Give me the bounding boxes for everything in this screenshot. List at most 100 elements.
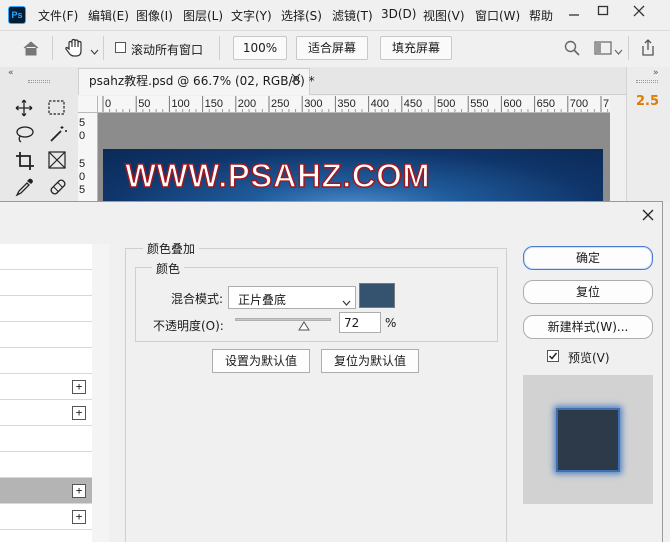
- menu-file[interactable]: 文件(F): [38, 7, 78, 24]
- close-window-icon[interactable]: [620, 0, 658, 22]
- menu-filter[interactable]: 滤镜(T): [332, 7, 373, 24]
- ruler-tick-label: 450: [404, 98, 422, 110]
- toolbar-divider: [103, 36, 104, 60]
- hand-tool-icon[interactable]: [64, 38, 86, 61]
- home-icon[interactable]: [22, 40, 40, 59]
- blend-mode-select[interactable]: 正片叠底: [228, 286, 356, 309]
- style-list-item[interactable]: [0, 322, 92, 348]
- preview-thumbnail: [556, 408, 620, 472]
- menu-help[interactable]: 帮助: [529, 7, 553, 24]
- workspace-icon[interactable]: [594, 41, 612, 58]
- chevron-down-icon[interactable]: [90, 44, 99, 58]
- fit-screen-button[interactable]: 适合屏幕: [296, 36, 368, 60]
- menu-window[interactable]: 窗口(W): [475, 7, 520, 24]
- scroll-all-windows-label: 滚动所有窗口: [131, 43, 204, 57]
- vertical-ruler[interactable]: 5 0 5 0 5: [78, 113, 98, 203]
- magic-wand-tool-icon[interactable]: [48, 124, 68, 147]
- right-panel: [626, 67, 670, 202]
- ruler-ticks: 0 50 100 150 200 250 300 350 400 450 500 550 600 650 7…: [102, 96, 609, 112]
- ok-button[interactable]: 确定: [523, 246, 653, 270]
- collapse-right-icon[interactable]: »: [653, 68, 659, 78]
- blend-mode-value: 正片叠底: [238, 293, 287, 307]
- style-list-item[interactable]: [0, 426, 92, 452]
- panel-value[interactable]: 2.5: [636, 94, 659, 109]
- menu-layer[interactable]: 图层(L): [183, 7, 223, 24]
- document-tab-title: psahz教程.psd @ 66.7% (02, RGB/8) *: [89, 74, 315, 88]
- preview-label: 预览(V): [568, 351, 610, 365]
- make-default-button[interactable]: 设置为默认值: [212, 349, 310, 373]
- ruler-tick-label: 400: [371, 98, 389, 110]
- opacity-slider-track[interactable]: [235, 318, 331, 321]
- panel-grip[interactable]: [28, 80, 50, 83]
- healing-brush-tool-icon[interactable]: [48, 177, 68, 200]
- opacity-input[interactable]: 72: [339, 312, 381, 333]
- add-icon[interactable]: +: [72, 380, 86, 394]
- share-icon[interactable]: [640, 39, 656, 60]
- toolbar-divider: [219, 36, 220, 60]
- style-list-item[interactable]: [0, 348, 92, 374]
- ruler-tick-label: 250: [271, 98, 289, 110]
- artwork-text: WWW.PSAHZ.COM: [124, 156, 431, 195]
- maximize-icon[interactable]: [584, 0, 622, 22]
- fill-screen-button[interactable]: 填充屏幕: [380, 36, 452, 60]
- opacity-value: 72: [344, 316, 360, 330]
- style-list-item[interactable]: +: [0, 504, 92, 530]
- style-list-item[interactable]: [0, 244, 92, 270]
- horizontal-ruler[interactable]: 0 50 100 150 200 250 300 350 400 450 500 550 600 650 7…: [98, 96, 610, 113]
- chevron-down-icon[interactable]: [614, 44, 623, 58]
- ruler-tick-label: 100: [171, 98, 189, 110]
- ruler-tick-label: 0: [105, 98, 111, 110]
- style-list-item[interactable]: [0, 452, 92, 478]
- lasso-tool-icon[interactable]: [15, 125, 35, 146]
- menu-edit[interactable]: 编辑(E): [88, 7, 129, 24]
- move-tool-icon[interactable]: [15, 99, 33, 120]
- style-list-item[interactable]: +: [0, 478, 92, 504]
- styles-list-scrollbar[interactable]: [92, 244, 109, 542]
- toolbar-divider: [52, 36, 53, 60]
- eyedropper-tool-icon[interactable]: [15, 177, 35, 200]
- reset-button[interactable]: 复位: [523, 280, 653, 304]
- style-list-item[interactable]: +: [0, 374, 92, 400]
- collapse-left-icon[interactable]: «: [8, 68, 14, 78]
- menu-view[interactable]: 视图(V): [423, 7, 465, 24]
- ruler-tick-label: 350: [337, 98, 355, 110]
- ruler-digit: 5: [79, 117, 86, 129]
- section-title: 颜色叠加: [143, 240, 200, 257]
- add-icon[interactable]: +: [72, 484, 86, 498]
- menu-type[interactable]: 文字(Y): [231, 7, 272, 24]
- scroll-all-windows-checkbox[interactable]: [115, 42, 126, 53]
- style-list-item[interactable]: [0, 270, 92, 296]
- reset-default-button[interactable]: 复位为默认值: [321, 349, 419, 373]
- preview-checkbox[interactable]: [547, 350, 559, 362]
- add-icon[interactable]: +: [72, 406, 86, 420]
- marquee-tool-icon[interactable]: [48, 100, 66, 119]
- search-icon[interactable]: [564, 40, 580, 59]
- style-list-item[interactable]: [0, 296, 92, 322]
- style-list-item[interactable]: +: [0, 400, 92, 426]
- menu-select[interactable]: 选择(S): [281, 7, 322, 24]
- style-list-item[interactable]: [0, 530, 92, 542]
- zoom-value-button[interactable]: 100%: [233, 36, 287, 60]
- new-style-button[interactable]: 新建样式(W)...: [523, 315, 653, 339]
- document-tab[interactable]: psahz教程.psd @ 66.7% (02, RGB/8) *: [78, 68, 315, 95]
- close-tab-icon[interactable]: [291, 72, 301, 87]
- opacity-slider-thumb[interactable]: [298, 320, 311, 334]
- blend-mode-label: 混合模式:: [171, 292, 224, 306]
- add-icon[interactable]: +: [72, 510, 86, 524]
- menu-3d[interactable]: 3D(D): [381, 7, 416, 21]
- crop-tool-icon[interactable]: [15, 151, 35, 174]
- frame-tool-icon[interactable]: [48, 151, 66, 172]
- dialog-close-icon[interactable]: [634, 202, 662, 230]
- ruler-digit: 0: [79, 171, 86, 183]
- ruler-tick-label: 550: [470, 98, 488, 110]
- opacity-unit: %: [385, 316, 397, 330]
- ruler-digit: 5: [79, 184, 86, 196]
- ruler-tick-label: 300: [304, 98, 322, 110]
- panel-grip[interactable]: [636, 80, 658, 83]
- menu-bar: Ps 文件(F) 编辑(E) 图像(I) 图层(L) 文字(Y) 选择(S) 滤…: [0, 0, 670, 30]
- ruler-tick-label: 600: [503, 98, 521, 110]
- ruler-tick-label: 700: [570, 98, 588, 110]
- overlay-color-swatch[interactable]: [359, 283, 395, 308]
- group-title: 颜色: [152, 260, 185, 277]
- menu-image[interactable]: 图像(I): [136, 7, 173, 24]
